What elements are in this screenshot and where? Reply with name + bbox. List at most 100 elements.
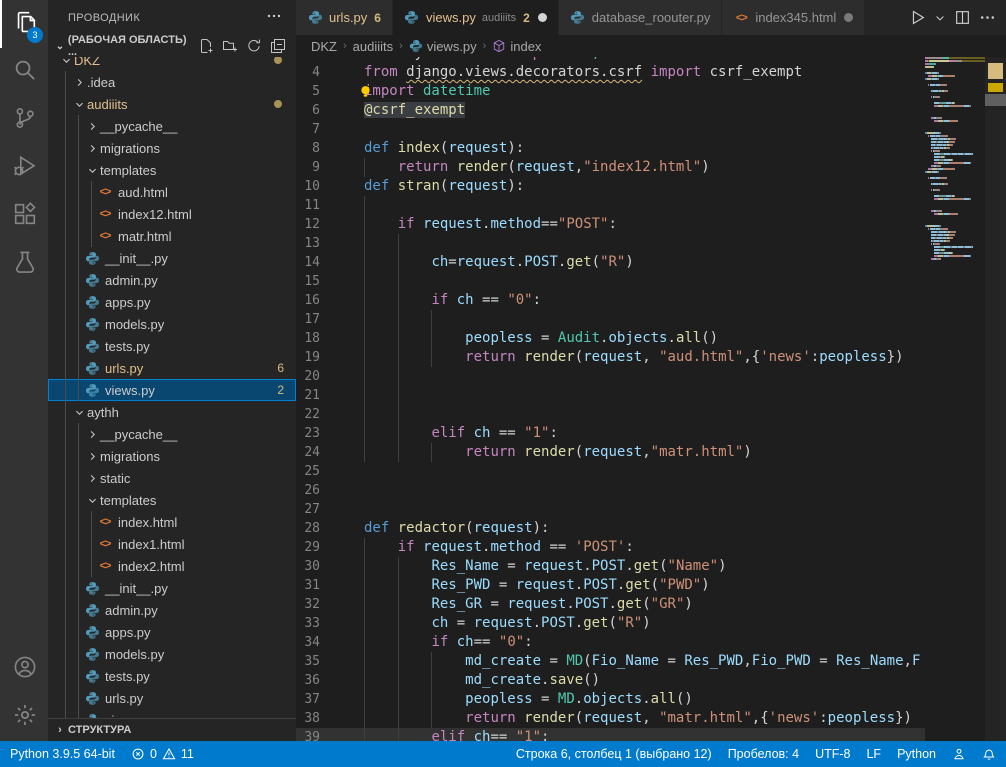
outline-section-header[interactable]: › СТРУКТУРА: [48, 718, 296, 741]
minimap[interactable]: [925, 57, 985, 741]
tree-item-index12.html[interactable]: <>index12.html: [48, 203, 296, 225]
code-line-34[interactable]: 34 if ch== "0":: [296, 633, 925, 652]
code-line-15[interactable]: 15: [296, 272, 925, 291]
tree-item-__init__.py[interactable]: __init__.py: [48, 247, 296, 269]
tree-item-apps.py[interactable]: apps.py: [48, 291, 296, 313]
status-problems[interactable]: 011: [131, 747, 194, 761]
tree-item-DKZ[interactable]: DKZ: [48, 57, 296, 71]
code-line-11[interactable]: 11: [296, 196, 925, 215]
tree-item-index1.html[interactable]: <>index1.html: [48, 533, 296, 555]
status-feedback[interactable]: [952, 747, 966, 761]
status-eol[interactable]: LF: [866, 747, 881, 761]
code-line-20[interactable]: 20: [296, 367, 925, 386]
tree-item-views.py[interactable]: views.py: [48, 709, 296, 718]
status-encoding[interactable]: UTF-8: [815, 747, 850, 761]
run-dropdown-icon[interactable]: [932, 10, 948, 26]
tab-index345.html[interactable]: <>index345.html: [722, 0, 865, 35]
collapse-all-icon[interactable]: [270, 38, 286, 54]
split-editor-icon[interactable]: [952, 7, 973, 28]
code-line-17[interactable]: 17: [296, 310, 925, 329]
tab-urls.py[interactable]: urls.py6: [296, 0, 393, 35]
tree-item-migrations[interactable]: migrations: [48, 137, 296, 159]
tree-item-.idea[interactable]: .idea: [48, 71, 296, 93]
activity-source-control[interactable]: [0, 96, 48, 144]
scrollbar-thumb[interactable]: [985, 94, 1006, 106]
code-line-25[interactable]: 25: [296, 462, 925, 481]
tree-item-audiiits[interactable]: audiiits: [48, 93, 296, 115]
code-line-37[interactable]: 37 peopless = MD.objects.all(): [296, 690, 925, 709]
workspace-section-header[interactable]: ⌄ (РАБОЧАЯ ОБЛАСТЬ) ...: [48, 35, 296, 57]
code-line-5[interactable]: 5import datetime: [296, 82, 925, 101]
code-line-28[interactable]: 28def redactor(request):: [296, 519, 925, 538]
new-folder-icon[interactable]: [222, 38, 238, 54]
new-file-icon[interactable]: [198, 38, 214, 54]
tree-item-views.py[interactable]: views.py2: [48, 379, 296, 401]
tree-item-static[interactable]: static: [48, 467, 296, 489]
activity-search[interactable]: [0, 48, 48, 96]
code-line-38[interactable]: 38 return render(request, "matr.html",{'…: [296, 709, 925, 728]
status-cursor-position[interactable]: Строка 6, столбец 1 (выбрано 12): [516, 747, 712, 761]
code-line-27[interactable]: 27: [296, 500, 925, 519]
code-line-19[interactable]: 19 return render(request, "aud.html",{'n…: [296, 348, 925, 367]
tree-item-urls.py[interactable]: urls.py6: [48, 357, 296, 379]
tree-item-__pycache__[interactable]: __pycache__: [48, 115, 296, 137]
code-line-31[interactable]: 31 Res_PWD = request.POST.get("PWD"): [296, 576, 925, 595]
status-python-version[interactable]: Python 3.9.5 64-bit: [10, 747, 115, 761]
code-line-24[interactable]: 24 return render(request,"matr.html"): [296, 443, 925, 462]
code-line-10[interactable]: 10def stran(request):: [296, 177, 925, 196]
activity-settings[interactable]: [0, 693, 48, 741]
code-line-32[interactable]: 32 Res_GR = request.POST.get("GR"): [296, 595, 925, 614]
code-line-39[interactable]: 39 elif ch== "1":: [296, 728, 925, 741]
code-line-16[interactable]: 16 if ch == "0":: [296, 291, 925, 310]
code-line-26[interactable]: 26: [296, 481, 925, 500]
tree-item-models.py[interactable]: models.py: [48, 643, 296, 665]
breadcrumb-views.py[interactable]: views.py: [409, 39, 477, 54]
dirty-indicator-icon[interactable]: [538, 13, 547, 22]
tree-item-aud.html[interactable]: <>aud.html: [48, 181, 296, 203]
activity-run-debug[interactable]: [0, 144, 48, 192]
tree-item-models.py[interactable]: models.py: [48, 313, 296, 335]
code-line-7[interactable]: 7: [296, 120, 925, 139]
status-indentation[interactable]: Пробелов: 4: [728, 747, 799, 761]
code-line-4[interactable]: 4from django.views.decorators.csrf impor…: [296, 63, 925, 82]
code-line-21[interactable]: 21: [296, 386, 925, 405]
tree-item-admin.py[interactable]: admin.py: [48, 269, 296, 291]
lightbulb-icon[interactable]: [358, 84, 373, 99]
code-line-33[interactable]: 33 ch = request.POST.get("R"): [296, 614, 925, 633]
activity-account[interactable]: [0, 645, 48, 693]
breadcrumb-audiiits[interactable]: audiiits: [353, 39, 393, 54]
code-line-9[interactable]: 9 return render(request,"index12.html"): [296, 158, 925, 177]
tree-item-matr.html[interactable]: <>matr.html: [48, 225, 296, 247]
code-area[interactable]: 3from aythh.models import MD,Audit4from …: [296, 57, 1006, 741]
status-language-mode[interactable]: Python: [897, 747, 936, 761]
code-line-18[interactable]: 18 peopless = Audit.objects.all(): [296, 329, 925, 348]
code-line-22[interactable]: 22: [296, 405, 925, 424]
activity-extensions[interactable]: [0, 192, 48, 240]
code-line-6[interactable]: 6@csrf_exempt: [296, 101, 925, 120]
code-line-29[interactable]: 29 if request.method == 'POST':: [296, 538, 925, 557]
run-icon[interactable]: [907, 7, 928, 28]
tree-item-templates[interactable]: templates: [48, 159, 296, 181]
tree-item-apps.py[interactable]: apps.py: [48, 621, 296, 643]
activity-explorer[interactable]: 3: [0, 0, 48, 48]
breadcrumb-index[interactable]: index: [492, 39, 541, 54]
activity-testing[interactable]: [0, 240, 48, 288]
code-line-30[interactable]: 30 Res_Name = request.POST.get("Name"): [296, 557, 925, 576]
refresh-icon[interactable]: [246, 38, 262, 54]
tree-item-templates[interactable]: templates: [48, 489, 296, 511]
more-actions-icon[interactable]: [977, 7, 998, 28]
tree-item-index.html[interactable]: <>index.html: [48, 511, 296, 533]
breadcrumb-DKZ[interactable]: DKZ: [311, 39, 337, 54]
code-line-23[interactable]: 23 elif ch == "1":: [296, 424, 925, 443]
status-notifications[interactable]: [982, 747, 996, 761]
code-line-14[interactable]: 14 ch=request.POST.get("R"): [296, 253, 925, 272]
tree-item-__init__.py[interactable]: __init__.py: [48, 577, 296, 599]
dirty-indicator-icon[interactable]: [844, 13, 853, 22]
more-icon[interactable]: [266, 8, 282, 27]
code-line-8[interactable]: 8def index(request):: [296, 139, 925, 158]
code-line-12[interactable]: 12 if request.method=="POST":: [296, 215, 925, 234]
tree-item-tests.py[interactable]: tests.py: [48, 335, 296, 357]
overview-ruler[interactable]: [985, 57, 1006, 741]
tree-item-aythh[interactable]: aythh: [48, 401, 296, 423]
tree-item-__pycache__[interactable]: __pycache__: [48, 423, 296, 445]
